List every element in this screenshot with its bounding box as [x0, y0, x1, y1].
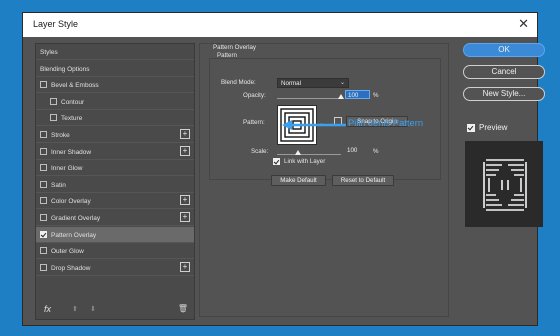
style-checkbox[interactable] — [50, 114, 57, 122]
opacity-slider-track[interactable] — [277, 98, 341, 99]
pattern-label: Pattern: — [243, 119, 265, 126]
pattern-overlay-panel: Pattern Overlay Pattern Blend Mode: Norm… — [199, 43, 453, 320]
style-checkbox[interactable] — [40, 214, 47, 221]
sidebar-item-label: Inner Shadow — [51, 148, 92, 156]
sidebar-item-gradient-overlay[interactable]: Gradient Overlay + — [36, 210, 194, 226]
styles-footer: fx ⬆ ⬇ 🗑 — [36, 301, 194, 319]
sidebar-item-stroke[interactable]: Stroke + — [36, 127, 194, 143]
style-checkbox[interactable] — [40, 197, 47, 205]
fx-icon[interactable]: fx — [44, 304, 51, 314]
sidebar-item-styles[interactable]: Styles — [36, 44, 194, 60]
opacity-field[interactable]: 100 — [345, 90, 370, 99]
sidebar-item-outer-glow[interactable]: Outer Glow — [36, 243, 194, 260]
make-default-button[interactable]: Make Default — [271, 175, 326, 186]
sidebar-item-label: Pattern Overlay — [51, 231, 97, 239]
add-effect-icon[interactable]: + — [180, 212, 190, 222]
cancel-button[interactable]: Cancel — [463, 65, 545, 79]
sidebar-item-label: Outer Glow — [51, 248, 84, 256]
styles-list: Styles Blending Options Bevel & Emboss Cont… — [35, 43, 195, 320]
ok-button[interactable]: OK — [463, 43, 545, 57]
preview-thumbnail — [483, 159, 527, 211]
add-effect-icon[interactable]: + — [180, 145, 190, 156]
opacity-value: 100 — [348, 92, 359, 99]
sidebar-item-inner-shadow[interactable]: Inner Shadow + — [36, 144, 194, 160]
sidebar-item-label: Contour — [61, 98, 85, 106]
sidebar-item-label: Styles — [40, 49, 58, 56]
scale-unit: % — [373, 148, 379, 155]
sidebar-item-drop-shadow[interactable]: Drop Shadow + — [36, 260, 194, 276]
chevron-down-icon: ⌄ — [339, 80, 345, 86]
style-checkbox[interactable] — [40, 247, 47, 255]
sidebar-item-pattern-overlay[interactable]: Pattern Overlay — [36, 226, 194, 243]
new-style-button[interactable]: New Style... — [463, 87, 545, 101]
sidebar-item-satin[interactable]: Satin — [36, 177, 194, 193]
sidebar-item-label: Blending Options — [40, 65, 90, 73]
style-checkbox[interactable] — [40, 230, 47, 238]
close-icon[interactable]: ✕ — [518, 16, 529, 32]
blend-mode-value: Normal — [281, 80, 301, 87]
blend-mode-select[interactable]: Normal ⌄ — [277, 78, 349, 88]
style-checkbox[interactable] — [40, 147, 47, 155]
style-checkbox[interactable] — [40, 81, 47, 89]
sidebar-item-label: Color Overlay — [51, 198, 91, 206]
scale-label: Scale: — [251, 148, 269, 155]
style-checkbox[interactable] — [40, 164, 47, 172]
reset-to-default-button[interactable]: Reset to Default — [332, 175, 394, 186]
sidebar-item-bevel-emboss[interactable]: Bevel & Emboss — [36, 77, 194, 94]
sidebar-item-label: Bevel & Emboss — [51, 82, 99, 90]
dialog-titlebar: Layer Style ✕ — [23, 13, 537, 37]
sidebar-item-label: Gradient Overlay — [51, 215, 101, 222]
add-effect-icon[interactable]: + — [180, 261, 190, 272]
move-down-icon[interactable]: ⬇ — [90, 305, 96, 313]
style-preview — [465, 141, 543, 227]
sidebar-item-contour[interactable]: Contour — [36, 94, 194, 110]
style-checkbox[interactable] — [50, 97, 57, 105]
sidebar-item-label: Satin — [51, 181, 66, 189]
group-title: Pattern Overlay — [213, 44, 256, 51]
sidebar-item-label: Inner Glow — [51, 165, 83, 173]
layer-style-dialog: Layer Style ✕ Styles Blending Options Beve… — [22, 12, 545, 326]
sidebar-item-label: Stroke — [51, 132, 70, 139]
add-effect-icon[interactable]: + — [180, 129, 190, 139]
scale-value: 100 — [347, 147, 358, 154]
dialog-actions: OK Cancel New Style... Preview — [463, 43, 553, 243]
style-checkbox[interactable] — [40, 263, 47, 271]
link-with-layer-label: Link with Layer — [284, 158, 326, 165]
scale-slider-track[interactable] — [277, 154, 341, 155]
style-checkbox[interactable] — [40, 131, 47, 138]
link-with-layer-checkbox[interactable] — [273, 158, 280, 165]
style-checkbox[interactable] — [40, 180, 47, 188]
add-effect-icon[interactable]: + — [180, 195, 190, 206]
move-up-icon[interactable]: ⬆ — [72, 305, 78, 313]
blend-mode-label: Blend Mode: — [221, 79, 256, 86]
dialog-title: Layer Style — [33, 19, 79, 29]
sidebar-item-texture[interactable]: Texture — [36, 110, 194, 127]
opacity-label: Opacity: — [243, 92, 266, 99]
opacity-unit: % — [373, 92, 379, 99]
scale-field[interactable]: 100 — [345, 146, 370, 155]
annotation-label: Pilih Jenis Pattern — [348, 117, 424, 128]
preview-label: Preview — [479, 123, 508, 132]
sidebar-item-inner-glow[interactable]: Inner Glow — [36, 160, 194, 177]
sidebar-item-label: Texture — [61, 115, 83, 123]
preview-checkbox[interactable] — [467, 124, 475, 132]
opacity-slider-knob[interactable] — [338, 94, 344, 99]
trash-icon[interactable]: 🗑 — [178, 304, 188, 313]
annotation-arrow-icon — [282, 120, 346, 130]
sidebar-item-blending-options[interactable]: Blending Options — [36, 61, 194, 77]
sidebar-item-color-overlay[interactable]: Color Overlay + — [36, 193, 194, 210]
sidebar-item-label: Drop Shadow — [51, 264, 91, 272]
scale-slider-knob[interactable] — [295, 150, 302, 155]
